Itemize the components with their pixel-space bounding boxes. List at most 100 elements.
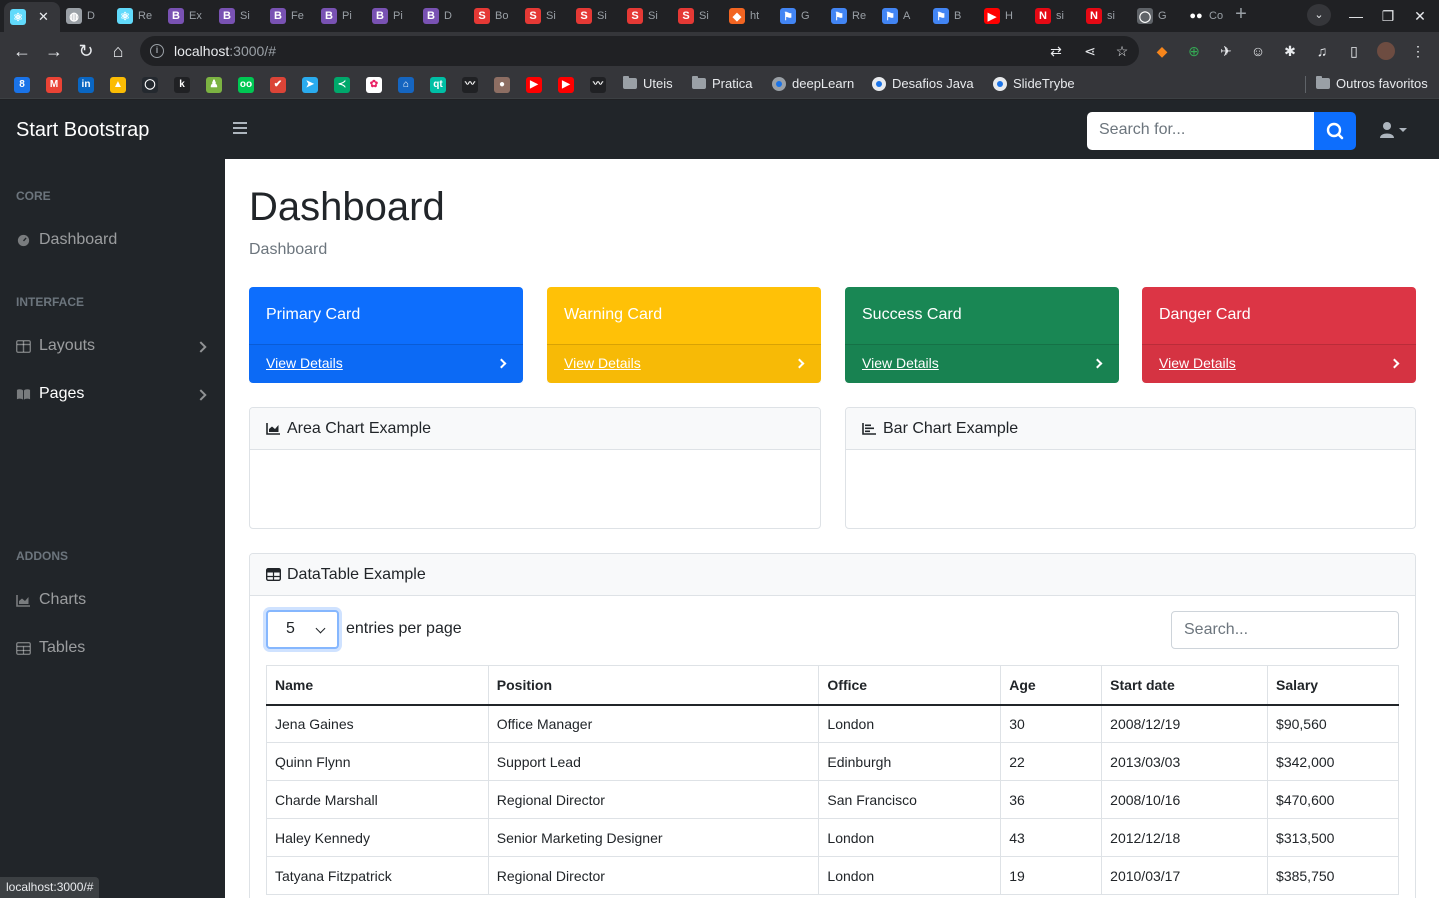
bookmark-icon[interactable]: M: [46, 77, 62, 93]
bookmark-icon[interactable]: ≺: [334, 77, 350, 93]
minimize-icon[interactable]: —: [1346, 6, 1366, 26]
column-header[interactable]: Salary: [1267, 665, 1399, 706]
bookmark-folder-pratica[interactable]: Pratica: [692, 76, 752, 91]
bookmark-icon[interactable]: ▲: [110, 77, 126, 93]
browser-tab[interactable]: ⚑ A: [876, 4, 926, 28]
site-info-icon[interactable]: i: [150, 44, 164, 58]
other-favorites-folder[interactable]: Outros favoritos: [1316, 76, 1428, 91]
browser-tab[interactable]: BD: [417, 4, 467, 28]
browser-tab[interactable]: ⚑ G: [774, 4, 824, 28]
datatable-search-input[interactable]: Search...: [1171, 611, 1399, 649]
bookmark-icon[interactable]: ●: [494, 77, 510, 93]
view-details-link[interactable]: View Details: [564, 355, 641, 371]
column-header[interactable]: Office: [818, 665, 1002, 706]
sidebar-item-tables[interactable]: Tables: [16, 639, 85, 657]
bookmark-icon[interactable]: 〰: [462, 77, 478, 93]
home-icon[interactable]: ⌂: [107, 40, 129, 62]
bookmark-star-icon[interactable]: ☆: [1114, 43, 1130, 59]
navbar-search-button[interactable]: [1314, 112, 1356, 150]
metamask-extension-icon[interactable]: ◆: [1153, 42, 1171, 60]
browser-tab[interactable]: Nsi: [1029, 4, 1079, 28]
tab-search-icon[interactable]: ⌄: [1307, 4, 1331, 26]
media-icon[interactable]: ♫: [1313, 42, 1331, 60]
column-header[interactable]: Name: [266, 665, 489, 706]
browser-tab[interactable]: ▶ H: [978, 4, 1028, 28]
browser-tab[interactable]: ⚑ Re: [825, 4, 875, 28]
table-cell: Jena Gaines: [266, 704, 489, 743]
column-header[interactable]: Position: [487, 665, 820, 706]
side-panel-icon[interactable]: ▯: [1345, 42, 1363, 60]
browser-tab[interactable]: S Si: [672, 4, 722, 28]
browser-menu-icon[interactable]: ⋮: [1409, 42, 1427, 60]
bookmark-icon[interactable]: ♟: [206, 77, 222, 93]
browser-tab[interactable]: ◆ ht: [723, 4, 773, 28]
browser-tab[interactable]: B Pi: [366, 4, 416, 28]
bookmark-icon[interactable]: k: [174, 77, 190, 93]
area-chart-card: Area Chart Example: [249, 407, 821, 529]
bookmark-icon[interactable]: 〰: [590, 77, 606, 93]
bookmark-icon[interactable]: ▶: [558, 77, 574, 93]
browser-tab[interactable]: B Fe: [264, 4, 314, 28]
column-header[interactable]: Start date: [1101, 665, 1269, 706]
bookmark-desafios-java[interactable]: Desafios Java: [872, 76, 974, 91]
extension-icon[interactable]: ✈: [1217, 42, 1235, 60]
address-bar[interactable]: i localhost:3000/# ⇄ ⋖ ☆: [140, 36, 1139, 66]
back-icon[interactable]: ←: [11, 40, 33, 62]
browser-tab[interactable]: ⚑ B: [927, 4, 977, 28]
view-details-link[interactable]: View Details: [1159, 355, 1236, 371]
bookmark-icon[interactable]: 8: [14, 77, 30, 93]
bookmark-icon[interactable]: ◯: [142, 77, 158, 93]
sidebar-item-layouts[interactable]: Layouts: [16, 337, 95, 355]
table-cell: 2008/12/19: [1101, 704, 1269, 743]
view-details-link[interactable]: View Details: [862, 355, 939, 371]
bookmark-icon[interactable]: oo: [238, 77, 254, 93]
extensions-puzzle-icon[interactable]: ✱: [1281, 42, 1299, 60]
tab-close-icon[interactable]: ✕: [38, 9, 49, 25]
bookmark-icon[interactable]: in: [78, 77, 94, 93]
bookmark-icon[interactable]: qt: [430, 77, 446, 93]
browser-tab[interactable]: ◍ D: [60, 4, 110, 28]
close-window-icon[interactable]: ✕: [1410, 6, 1430, 26]
new-tab-button[interactable]: +: [1231, 4, 1251, 25]
sidebar-item-dashboard[interactable]: Dashboard: [16, 231, 117, 249]
browser-tab[interactable]: S Si: [621, 4, 671, 28]
browser-tab[interactable]: ●● Co: [1182, 4, 1232, 28]
bookmark-icon[interactable]: ▶: [526, 77, 542, 93]
bookmark-folder-uteis[interactable]: Uteis: [623, 76, 673, 91]
browser-tab[interactable]: ⚛ ✕: [4, 2, 60, 32]
user-dropdown[interactable]: [1380, 122, 1410, 138]
bookmark-deeplearn[interactable]: deepLearn: [772, 76, 854, 91]
bookmark-icon[interactable]: ✔: [270, 77, 286, 93]
browser-tab[interactable]: B Pi: [315, 4, 365, 28]
translate-icon[interactable]: ⇄: [1048, 43, 1064, 59]
entries-per-page-select[interactable]: 5: [266, 610, 339, 649]
sidebar-item-charts[interactable]: Charts: [16, 591, 86, 609]
extension-face-icon[interactable]: ☺: [1249, 42, 1267, 60]
sidebar-item-pages[interactable]: Pages: [16, 385, 84, 403]
share-icon[interactable]: ⋖: [1082, 43, 1098, 59]
forward-icon[interactable]: →: [43, 40, 65, 62]
browser-tab[interactable]: ⚛ Re: [111, 4, 161, 28]
browser-tab[interactable]: S Si: [570, 4, 620, 28]
add-extension-icon[interactable]: ⊕: [1185, 42, 1203, 60]
bookmark-icon[interactable]: ✿: [366, 77, 382, 93]
table-icon: [16, 641, 31, 655]
restore-icon[interactable]: ❐: [1378, 6, 1398, 26]
bookmark-icon[interactable]: ⌂: [398, 77, 414, 93]
bookmark-icon[interactable]: ➤: [302, 77, 318, 93]
brand-link[interactable]: Start Bootstrap: [16, 119, 149, 142]
browser-tab[interactable]: S Si: [519, 4, 569, 28]
profile-avatar-icon[interactable]: [1377, 42, 1395, 60]
bookmark-slidetrybe[interactable]: SlideTrybe: [993, 76, 1075, 91]
navbar-search-input[interactable]: Search for...: [1087, 112, 1314, 150]
column-header[interactable]: Age: [1000, 665, 1103, 706]
browser-tab[interactable]: B Si: [213, 4, 263, 28]
view-details-link[interactable]: View Details: [266, 355, 343, 371]
browser-tab[interactable]: B Ex: [162, 4, 212, 28]
browser-tab[interactable]: ◯ G: [1131, 4, 1181, 28]
sidebar-toggle-icon[interactable]: [233, 122, 247, 134]
url-text[interactable]: localhost:3000/#: [174, 43, 276, 59]
browser-tab[interactable]: Nsi: [1080, 4, 1130, 28]
reload-icon[interactable]: ↻: [75, 40, 97, 62]
browser-tab[interactable]: S Bo: [468, 4, 518, 28]
